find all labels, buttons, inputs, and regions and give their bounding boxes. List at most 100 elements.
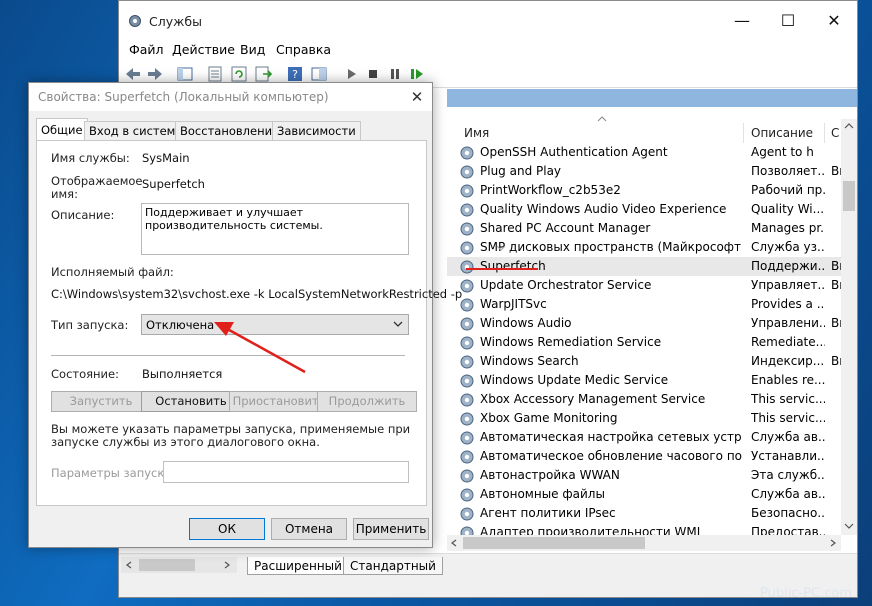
service-description: Remediate... <box>751 335 825 349</box>
cancel-button[interactable]: Отмена <box>271 518 347 540</box>
tab-dependencies[interactable]: Зависимости <box>272 121 361 141</box>
tab-logon[interactable]: Вход в систему <box>84 121 188 141</box>
table-row[interactable]: Автоматическая настройка сетевых устройс… <box>447 428 841 447</box>
params-input[interactable] <box>163 461 409 483</box>
properties-sheet-icon[interactable] <box>205 65 225 83</box>
service-description: Устанавли... <box>751 449 825 463</box>
maximize-button[interactable]: ☐ <box>765 9 811 35</box>
close-button[interactable]: ✕ <box>811 9 857 35</box>
pause-icon[interactable] <box>385 65 405 83</box>
service-status: Вы <box>831 259 841 273</box>
table-row[interactable]: Агент политики IPsec Безопасно... <box>447 504 841 523</box>
general-tab-panel: Имя службы: SysMain Отображаемое имя: Su… <box>36 140 506 506</box>
pause-button[interactable]: Приостановить <box>229 391 329 412</box>
table-row[interactable]: Автоматическое обновление часового пояса… <box>447 447 841 466</box>
resume-button[interactable]: Продолжить <box>317 391 417 412</box>
service-status: Вы <box>831 164 841 178</box>
service-status: Вы <box>831 316 841 330</box>
apply-button[interactable]: Применить <box>353 518 429 540</box>
table-row[interactable]: Plug and Play Позволяет... Вы <box>447 162 841 181</box>
watermark: Public-PC.com <box>760 586 852 601</box>
table-row[interactable]: Xbox Accessory Management Service This se… <box>447 390 841 409</box>
service-gear-icon <box>460 184 474 198</box>
stop-button[interactable]: Остановить <box>141 391 241 412</box>
hint-text: Вы можете указать параметры запуска, при… <box>51 422 411 449</box>
horizontal-scrollbar[interactable] <box>447 535 841 551</box>
table-row[interactable]: Windows Remediation Service Remediate... <box>447 333 841 352</box>
list-header: Имя Описание С <box>447 113 857 143</box>
tab-general[interactable]: Общие <box>36 118 88 141</box>
status-bar <box>119 575 857 597</box>
tree-horizontal-scrollbar[interactable] <box>121 557 237 573</box>
description-scrollbar[interactable] <box>494 204 508 254</box>
table-row[interactable]: OpenSSH Authentication Agent Agent to h <box>447 143 841 162</box>
vertical-scroll-thumb[interactable] <box>843 181 855 211</box>
scroll-down-arrow-icon[interactable] <box>496 244 506 252</box>
column-name[interactable]: Имя <box>464 126 489 140</box>
description-box[interactable]: Поддерживает и улучшает производительнос… <box>141 203 506 255</box>
menu-action[interactable]: Действие <box>172 42 235 57</box>
startup-type-dropdown[interactable]: Отключена <box>141 314 409 335</box>
table-row[interactable]: PrintWorkflow_c2b53e2 Рабочий пр... <box>447 181 841 200</box>
service-gear-icon <box>460 450 474 464</box>
tree-scroll-thumb[interactable] <box>139 559 195 571</box>
tab-standard[interactable]: Стандартный <box>343 557 443 575</box>
menu-view[interactable]: Вид <box>240 42 265 57</box>
dialog-close-button[interactable]: ✕ <box>403 86 431 108</box>
description-text: Поддерживает и улучшает производительнос… <box>145 206 323 232</box>
table-row[interactable]: Xbox Game Monitoring This servic... <box>447 409 841 428</box>
scroll-down-arrow-icon[interactable] <box>844 522 854 530</box>
service-name: Plug and Play <box>480 164 562 178</box>
title-bar[interactable]: Службы — ☐ ✕ <box>119 1 857 41</box>
dialog-title-bar[interactable]: Свойства: Superfetch (Локальный компьюте… <box>29 83 432 111</box>
column-separator[interactable] <box>824 123 825 143</box>
stop-icon[interactable] <box>363 65 383 83</box>
scroll-right-arrow-icon[interactable] <box>829 539 837 547</box>
help-icon[interactable]: ? <box>285 65 305 83</box>
tab-recovery[interactable]: Восстановление <box>175 121 285 141</box>
scroll-right-arrow-icon[interactable] <box>223 561 231 569</box>
horizontal-scroll-thumb[interactable] <box>463 537 645 549</box>
service-description: Эта служб... <box>751 468 825 482</box>
service-gear-icon <box>460 317 474 331</box>
start-button[interactable]: Запустить <box>51 391 151 412</box>
service-name: WarpJITSvc <box>480 297 547 311</box>
console-window-icon[interactable] <box>309 65 329 83</box>
column-separator[interactable] <box>743 123 744 143</box>
table-row[interactable]: Автономные файлы Служба ав... <box>447 485 841 504</box>
export-list-icon[interactable] <box>253 65 273 83</box>
vertical-scrollbar[interactable] <box>841 119 857 535</box>
service-status: Вы <box>831 354 841 368</box>
table-row[interactable]: WarpJITSvc Provides a ... <box>447 295 841 314</box>
table-row[interactable]: Update Orchestrator Service Управляет... В… <box>447 276 841 295</box>
scroll-left-arrow-icon[interactable] <box>125 561 133 569</box>
refresh-icon[interactable] <box>229 65 249 83</box>
scroll-left-arrow-icon[interactable] <box>450 539 458 547</box>
ok-button[interactable]: ОК <box>189 518 265 540</box>
console-tree-icon[interactable] <box>175 65 195 83</box>
service-gear-icon <box>460 507 474 521</box>
play-icon[interactable] <box>341 65 361 83</box>
startup-type-label: Тип запуска: <box>51 318 129 332</box>
menu-help[interactable]: Справка <box>276 42 331 57</box>
column-description[interactable]: Описание <box>751 126 813 140</box>
service-description: Рабочий пр... <box>751 183 825 197</box>
view-tabs-bar: Расширенный Стандартный <box>119 553 857 575</box>
menu-file[interactable]: Файл <box>129 42 164 57</box>
table-row[interactable]: Windows Update Medic Service Enables re..… <box>447 371 841 390</box>
table-row[interactable]: Windows Search Индексир... Вы <box>447 352 841 371</box>
table-row[interactable]: Автонастройка WWAN Эта служб... <box>447 466 841 485</box>
table-row[interactable]: Адаптер производительности WMI Предостав.… <box>447 523 841 535</box>
tab-extended[interactable]: Расширенный <box>247 557 349 575</box>
scroll-up-arrow-icon[interactable] <box>844 122 854 130</box>
minimize-button[interactable]: — <box>719 9 765 35</box>
column-status[interactable]: С <box>831 126 839 140</box>
back-arrow-icon[interactable] <box>123 65 143 83</box>
services-list: Имя Описание С OpenSSH Authentication Ag… <box>447 107 857 551</box>
table-row[interactable]: Superfetch Поддержи... Вы <box>447 257 841 276</box>
restart-icon[interactable] <box>407 65 427 83</box>
scroll-up-arrow-icon[interactable] <box>496 206 506 214</box>
forward-arrow-icon[interactable] <box>145 65 165 83</box>
table-row[interactable]: Windows Audio Управлени... Вы <box>447 314 841 333</box>
display-name-value: Superfetch <box>142 177 205 191</box>
